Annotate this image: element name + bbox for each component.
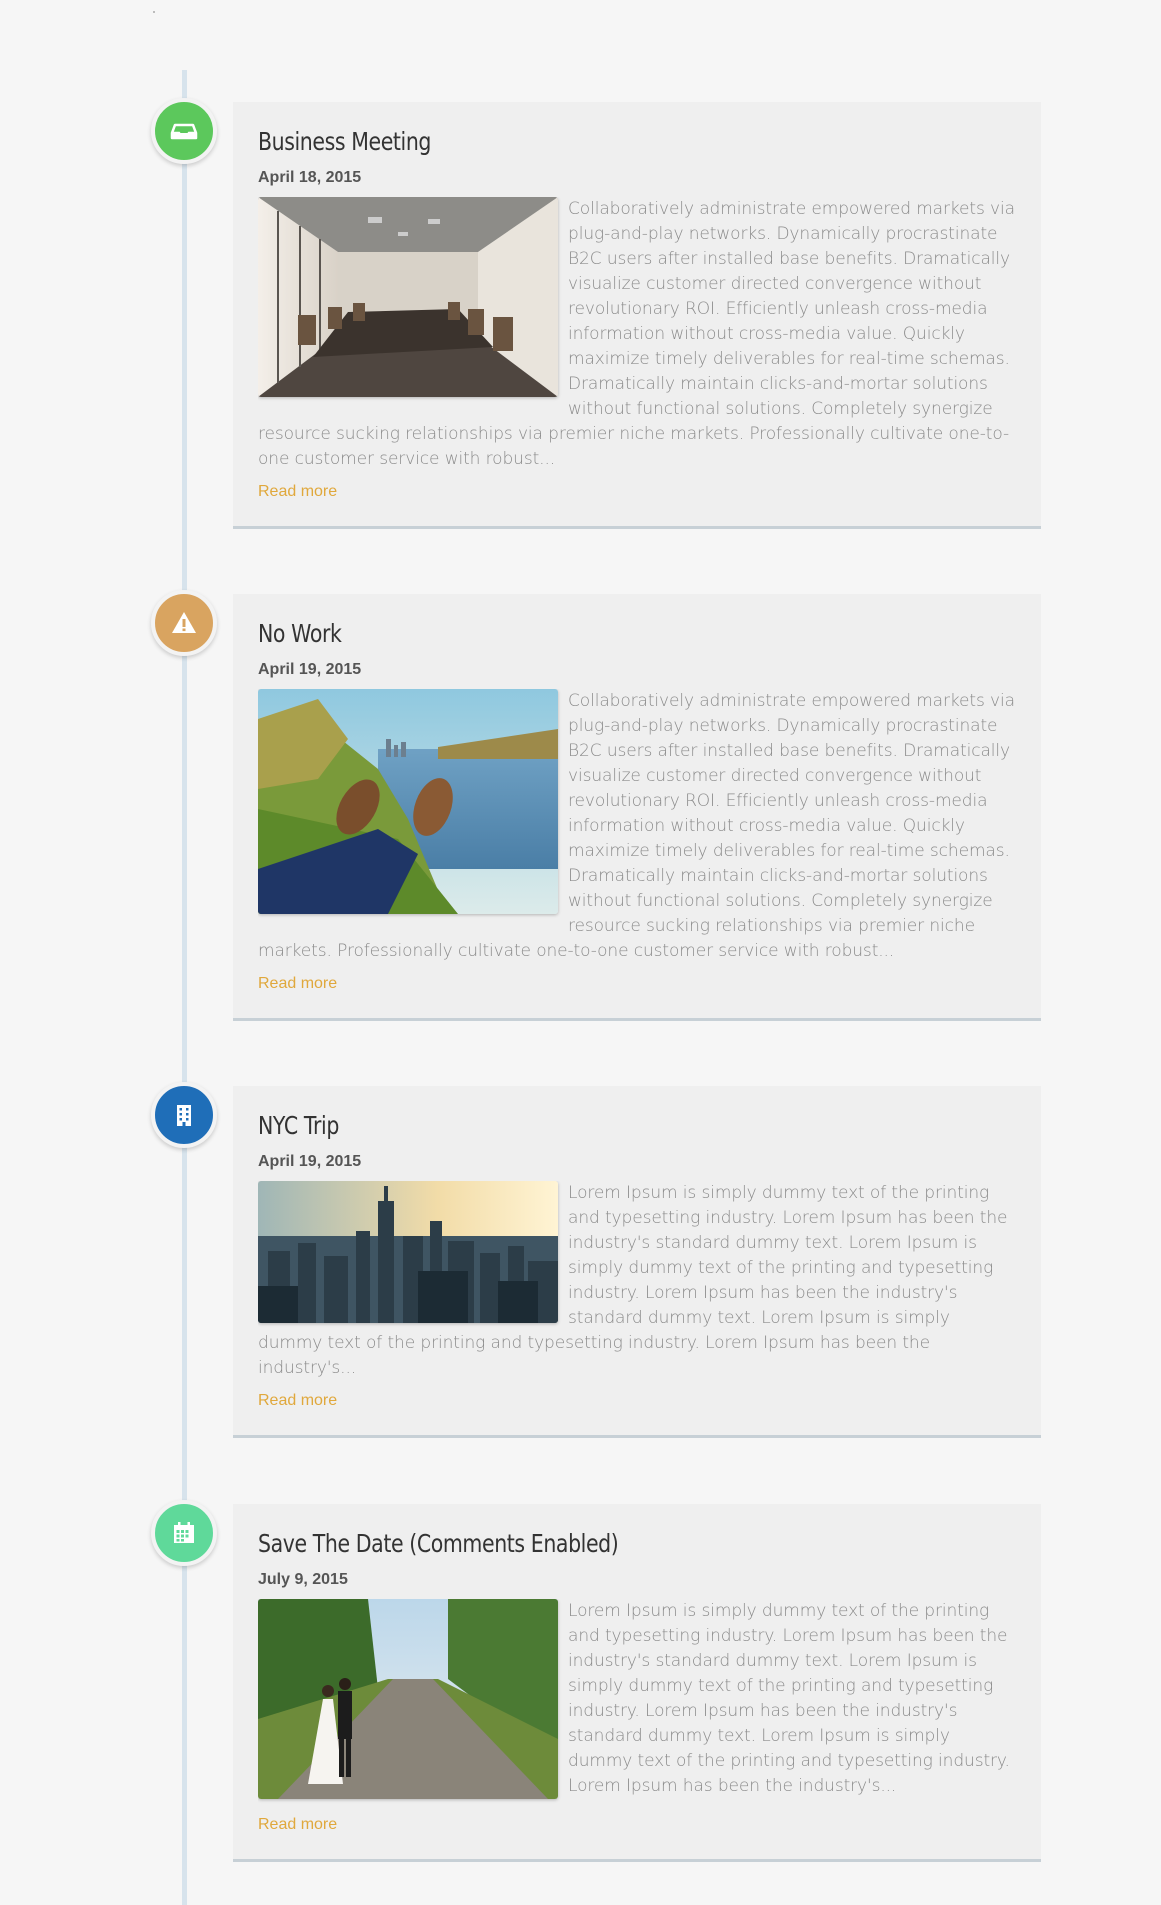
post-card: Save The Date (Comments Enabled) July 9,… bbox=[233, 1504, 1041, 1862]
read-more-link[interactable]: Read more bbox=[258, 1815, 337, 1835]
building-icon bbox=[151, 1082, 217, 1148]
post-title[interactable]: Save The Date (Comments Enabled) bbox=[258, 1526, 880, 1562]
warning-icon bbox=[151, 590, 217, 656]
post-date: April 18, 2015 bbox=[258, 169, 362, 186]
conference-room-photo[interactable] bbox=[258, 197, 558, 397]
read-more-link[interactable]: Read more bbox=[258, 974, 337, 994]
post-title[interactable]: No Work bbox=[258, 616, 880, 652]
post-card: Business Meeting April 18, 2015 Collabor… bbox=[233, 102, 1041, 529]
read-more-link[interactable]: Read more bbox=[258, 1391, 337, 1411]
post-date: April 19, 2015 bbox=[258, 1153, 362, 1170]
post-date: April 19, 2015 bbox=[258, 661, 362, 678]
post-title[interactable]: NYC Trip bbox=[258, 1108, 880, 1144]
post-card: NYC Trip April 19, 2015 Lorem Ipsum is s… bbox=[233, 1086, 1041, 1438]
wedding-couple-photo[interactable] bbox=[258, 1599, 558, 1799]
city-skyline-photo[interactable] bbox=[258, 1181, 558, 1323]
inbox-icon bbox=[151, 98, 217, 164]
lakeside-boots-photo[interactable] bbox=[258, 689, 558, 914]
post-title[interactable]: Business Meeting bbox=[258, 124, 880, 160]
post-date: July 9, 2015 bbox=[258, 1571, 348, 1588]
read-more-link[interactable]: Read more bbox=[258, 482, 337, 502]
calendar-icon bbox=[151, 1500, 217, 1566]
post-card: No Work April 19, 2015 Collaboratively a… bbox=[233, 594, 1041, 1021]
decorative-dot bbox=[153, 11, 155, 13]
timeline-line bbox=[182, 70, 187, 1905]
